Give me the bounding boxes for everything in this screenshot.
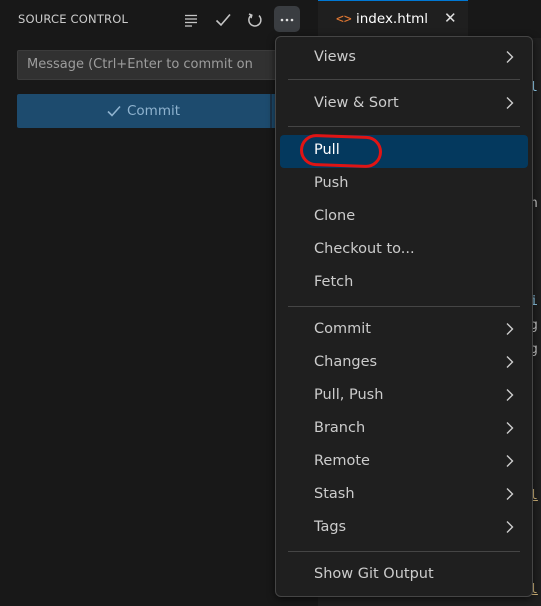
menu-item-pull[interactable]: Pull [280,133,528,169]
source-control-panel: SOURCE CONTROL Message (Ctrl+Enter to co… [0,0,318,606]
commit-button-label: Commit [126,103,181,119]
tab-index-html[interactable]: <> index.html ✕ [318,0,468,38]
menu-item-views[interactable]: Views [280,42,528,75]
menu-item-label: Changes [314,354,378,370]
menu-item-label: Push [314,175,349,191]
menu-item-label: Stash [314,486,355,502]
menu-item-clone[interactable]: Clone [280,201,528,234]
menu-item-push[interactable]: Push [280,168,528,201]
menu-item-label: Remote [314,453,370,469]
commit-message-input[interactable]: Message (Ctrl+Enter to commit on [17,50,287,80]
menu-item-tags[interactable]: Tags [280,512,528,545]
view-as-list-icon[interactable] [182,11,200,29]
menu-item-branch[interactable]: Branch [280,413,528,446]
chevron-right-icon [501,452,519,470]
chevron-right-icon [501,485,519,503]
tab-bar: <> index.html ✕ [318,0,541,38]
menu-item-label: Tags [314,519,347,535]
chevron-right-icon [501,48,519,66]
commit-button-content[interactable]: Commit [17,94,269,128]
menu-item-label: Clone [314,208,356,224]
chevron-right-icon [501,94,519,112]
commit-check-icon[interactable] [214,11,232,29]
menu-item-label: Pull, Push [314,387,384,403]
source-control-more-actions-menu: Views View & Sort Pull Push Clone Checko… [275,36,533,597]
menu-item-changes[interactable]: Changes [280,347,528,380]
menu-item-pull-push[interactable]: Pull, Push [280,380,528,413]
menu-item-label: View & Sort [314,95,399,111]
chevron-right-icon [501,419,519,437]
more-actions-icon[interactable] [274,6,300,32]
refresh-icon[interactable] [246,11,264,29]
chevron-right-icon [501,386,519,404]
chevron-right-icon [501,320,519,338]
menu-separator [288,126,520,127]
menu-item-checkout-to[interactable]: Checkout to... [280,234,528,267]
chevron-right-icon [501,353,519,371]
menu-item-commit[interactable]: Commit [280,314,528,347]
menu-item-remote[interactable]: Remote [280,446,528,479]
menu-separator [288,79,520,80]
panel-header: SOURCE CONTROL [0,0,318,40]
check-icon [107,105,121,117]
menu-item-label: Checkout to... [314,241,415,257]
menu-item-label: Views [314,49,356,65]
menu-separator [288,551,520,552]
commit-button[interactable]: Commit [17,94,287,128]
menu-item-stash[interactable]: Stash [280,479,528,512]
menu-item-fetch[interactable]: Fetch [280,267,528,300]
tab-label: index.html [356,11,428,27]
menu-separator [288,306,520,307]
menu-item-label: Show Git Output [314,566,434,582]
menu-item-label: Fetch [314,274,354,290]
chevron-right-icon [501,518,519,536]
menu-item-label: Branch [314,420,366,436]
menu-item-show-git-output[interactable]: Show Git Output [280,559,528,592]
commit-button-divider [270,94,272,128]
panel-title: SOURCE CONTROL [18,12,129,26]
menu-item-view-sort[interactable]: View & Sort [280,88,528,121]
html-file-icon: <> [336,12,352,27]
close-icon[interactable]: ✕ [444,9,457,27]
red-circle-annotation [299,133,383,169]
menu-item-label: Commit [314,321,371,337]
